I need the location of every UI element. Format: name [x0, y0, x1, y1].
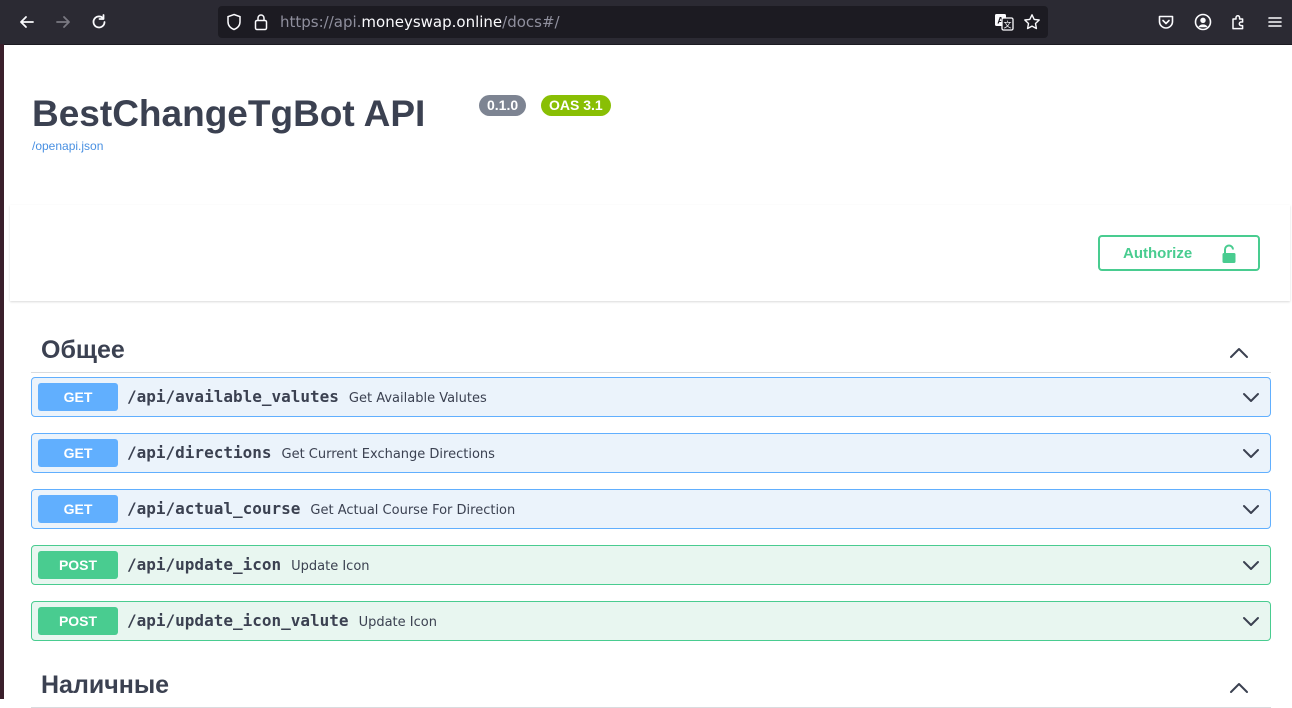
url-host: moneyswap.online [361, 13, 503, 31]
back-icon[interactable] [13, 8, 41, 36]
operation-path: /api/actual_course Get Actual Course For … [127, 499, 515, 518]
tag-title: Общее [41, 336, 125, 364]
method-badge: GET [38, 495, 118, 523]
tag-title: Наличные [41, 671, 170, 699]
translate-icon[interactable]: A文 [994, 13, 1014, 35]
url-bar[interactable]: https://api.moneyswap.online/docs#/ A文 [218, 6, 1048, 38]
api-title: BestChangeTgBot API [32, 93, 426, 134]
version-badge: 0.1.0 [479, 95, 527, 116]
operation-row[interactable]: GET /api/directions Get Current Exchange … [31, 433, 1271, 473]
chevron-up-icon[interactable] [1229, 679, 1249, 698]
url-text[interactable]: https://api.moneyswap.online/docs#/ [280, 13, 560, 31]
operation-path: /api/update_icon Update Icon [127, 555, 370, 574]
operation-path: /api/directions Get Current Exchange Dire… [127, 443, 495, 462]
account-icon[interactable] [1189, 8, 1217, 36]
operation-summary: Get Current Exchange Directions [281, 447, 495, 462]
path-text: /api/update_icon [127, 555, 282, 574]
method-badge: GET [38, 383, 118, 411]
operation-path: /api/update_icon_valute Update Icon [127, 611, 437, 630]
operation-row[interactable]: POST /api/update_icon_valute Update Icon [31, 601, 1271, 641]
chevron-down-icon[interactable] [1242, 445, 1260, 464]
svg-text:文: 文 [1004, 20, 1012, 30]
menu-icon[interactable] [1261, 8, 1289, 36]
openapi-spec-link[interactable]: /openapi.json [32, 139, 103, 153]
reload-icon[interactable] [85, 8, 113, 36]
method-badge: GET [38, 439, 118, 467]
path-text: /api/update_icon_valute [127, 611, 349, 630]
path-text: /api/actual_course [127, 499, 301, 518]
unlocked-icon [1221, 244, 1237, 268]
method-badge: POST [38, 551, 118, 579]
path-text: /api/directions [127, 443, 272, 462]
operation-summary: Update Icon [358, 615, 437, 630]
bookmark-star-icon[interactable] [1023, 13, 1041, 35]
extensions-icon[interactable] [1225, 8, 1253, 36]
lock-icon[interactable] [254, 13, 268, 35]
chevron-down-icon[interactable] [1242, 613, 1260, 632]
operation-row[interactable]: GET /api/actual_course Get Actual Course … [31, 489, 1271, 529]
chevron-up-icon[interactable] [1229, 344, 1249, 363]
tag-section-cash[interactable]: Наличные [31, 667, 1271, 708]
operation-row[interactable]: POST /api/update_icon Update Icon [31, 545, 1271, 585]
pocket-icon[interactable] [1152, 8, 1180, 36]
chevron-down-icon[interactable] [1242, 557, 1260, 576]
url-prefix: https://api. [280, 13, 362, 31]
authorize-label: Authorize [1123, 245, 1193, 262]
operation-summary: Get Available Valutes [348, 391, 487, 406]
chevron-down-icon[interactable] [1242, 501, 1260, 520]
operation-row[interactable]: GET /api/available_valutes Get Available … [31, 377, 1271, 417]
oas-badge: OAS 3.1 [541, 95, 611, 116]
tracking-shield-icon[interactable] [226, 13, 242, 35]
operation-summary: Get Actual Course For Direction [310, 503, 516, 518]
tag-section-general[interactable]: Общее [31, 332, 1271, 373]
operation-summary: Update Icon [291, 559, 370, 574]
window-edge [0, 44, 4, 699]
url-path: /docs#/ [502, 13, 560, 31]
authorize-button[interactable]: Authorize [1098, 235, 1260, 271]
chevron-down-icon[interactable] [1242, 389, 1260, 408]
forward-icon[interactable] [49, 8, 77, 36]
browser-toolbar: https://api.moneyswap.online/docs#/ A文 [0, 0, 1292, 45]
operation-path: /api/available_valutes Get Available Valu… [127, 387, 487, 406]
method-badge: POST [38, 607, 118, 635]
path-text: /api/available_valutes [127, 387, 339, 406]
